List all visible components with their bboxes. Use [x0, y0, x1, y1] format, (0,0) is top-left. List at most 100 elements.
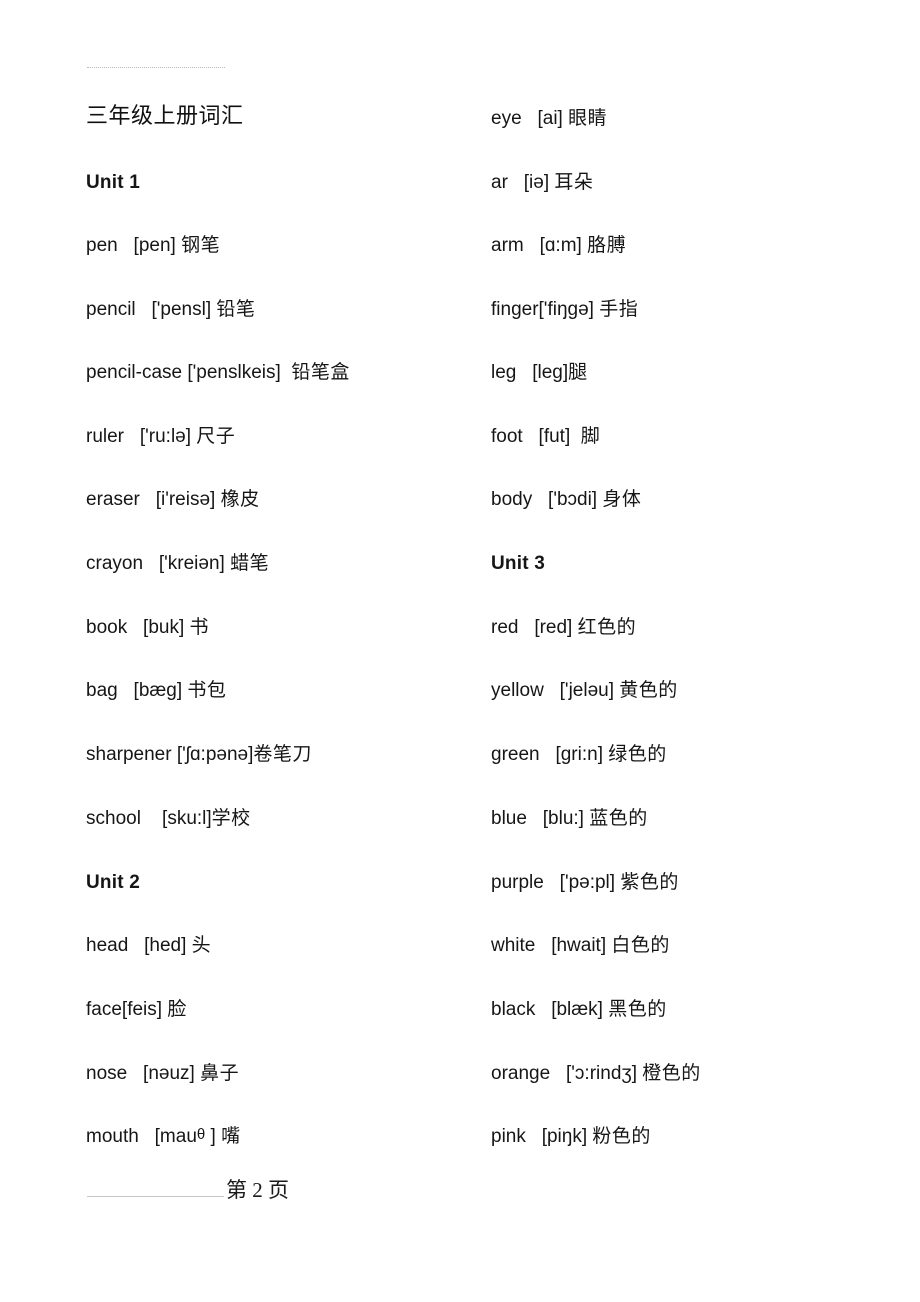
entry-phonetic-end: ]	[205, 1126, 216, 1147]
entry-translation: 绿色的	[608, 744, 667, 765]
entry-phonetic-theta: θ	[196, 1126, 206, 1143]
entry-phonetic: ['penslkeis]	[187, 362, 281, 383]
vocabulary-entry: pencil-case ['penslkeis] 铅笔盒	[86, 360, 350, 386]
entry-phonetic: [blæk]	[551, 999, 603, 1020]
entry-phonetic: ['pə:pl]	[559, 872, 616, 893]
entry-word: eye	[491, 108, 522, 129]
vocabulary-entry: green [gri:n] 绿色的	[491, 742, 667, 768]
entry-phonetic: [fut]	[538, 426, 571, 447]
vocabulary-entry: mouth [mauθ ] 嘴	[86, 1124, 241, 1151]
entry-translation: 蓝色的	[589, 808, 648, 829]
entry-word: head	[86, 935, 129, 956]
entry-word: ruler	[86, 426, 125, 447]
entry-translation: 书包	[187, 680, 227, 701]
vocabulary-entry: sharpener ['ʃɑ:pənə]卷笔刀	[86, 742, 312, 768]
vocabulary-entry: arm [ɑ:m] 胳膊	[491, 233, 626, 259]
entry-translation: 手指	[599, 299, 639, 320]
vocabulary-entry: school [sku:l]学校	[86, 806, 251, 832]
entry-phonetic: [pen]	[133, 235, 176, 256]
entry-word: orange	[491, 1063, 551, 1084]
entry-word: white	[491, 935, 536, 956]
entry-phonetic: ['bɔdi]	[548, 489, 598, 510]
entry-word: arm	[491, 235, 524, 256]
entry-translation: 钢笔	[181, 235, 221, 256]
entry-phonetic: [mau	[154, 1126, 197, 1147]
entry-word: ar	[491, 172, 508, 193]
document-page: 三年级上册词汇 Unit 1 pen [pen] 钢笔 pencil ['pensl…	[0, 0, 920, 1302]
entry-word: face	[86, 999, 122, 1020]
vocabulary-entry: ar [iə] 耳朵	[491, 170, 593, 196]
entry-phonetic: [nəuz]	[143, 1063, 195, 1084]
vocabulary-entry: blue [blu:] 蓝色的	[491, 806, 648, 832]
vocabulary-entry: eye [ai] 眼睛	[491, 106, 607, 132]
entry-translation: 白色的	[611, 935, 670, 956]
entry-translation: 书	[189, 617, 210, 638]
entry-phonetic: ['pensl]	[151, 299, 212, 320]
vocabulary-entry: yellow ['jeləu] 黄色的	[491, 678, 678, 704]
vocabulary-entry: book [buk] 书	[86, 615, 209, 641]
vocabulary-entry: purple ['pə:pl] 紫色的	[491, 870, 679, 896]
entry-translation: 紫色的	[620, 872, 679, 893]
entry-word: green	[491, 744, 540, 765]
entry-word: yellow	[491, 680, 544, 701]
entry-word: mouth	[86, 1126, 139, 1147]
entry-phonetic: [buk]	[143, 617, 185, 638]
entry-translation: 尺子	[196, 426, 236, 447]
entry-phonetic: ['ru:lə]	[139, 426, 192, 447]
entry-word: book	[86, 617, 128, 638]
page-title: 三年级上册词汇	[86, 103, 244, 128]
entry-word: purple	[491, 872, 544, 893]
entry-word: leg	[491, 362, 517, 383]
vocabulary-entry: foot [fut] 脚	[491, 424, 600, 450]
vocabulary-entry: pink [piŋk] 粉色的	[491, 1124, 651, 1150]
vocabulary-entry: pencil ['pensl] 铅笔	[86, 297, 255, 323]
entry-phonetic: [hwait]	[551, 935, 607, 956]
entry-word: eraser	[86, 489, 140, 510]
unit-heading: Unit 1	[86, 172, 140, 193]
unit-heading: Unit 2	[86, 872, 140, 893]
entry-phonetic: ['kreiən]	[158, 553, 225, 574]
entry-phonetic: [ɑ:m]	[539, 235, 582, 256]
entry-word: pink	[491, 1126, 526, 1147]
entry-word: finger	[491, 299, 539, 320]
entry-word: sharpener	[86, 744, 172, 765]
entry-word: crayon	[86, 553, 144, 574]
entry-phonetic: ['ɔ:rindʒ]	[566, 1063, 638, 1084]
entry-phonetic: [leg]	[532, 362, 569, 383]
vocabulary-entry: white [hwait] 白色的	[491, 933, 670, 959]
vocabulary-entry: leg [leg]腿	[491, 360, 588, 386]
entry-phonetic: [bæg]	[133, 680, 183, 701]
entry-translation: 腿	[568, 362, 588, 383]
vocabulary-entry: crayon ['kreiən] 蜡笔	[86, 551, 269, 577]
entry-phonetic: ['ʃɑ:pənə]	[176, 744, 254, 765]
vocabulary-entry: pen [pen] 钢笔	[86, 233, 220, 259]
entry-translation: 黄色的	[619, 680, 678, 701]
entry-translation: 脚	[580, 426, 601, 447]
entry-word: school	[86, 808, 141, 829]
vocabulary-entry: face[feis] 脸	[86, 997, 187, 1023]
entry-word: body	[491, 489, 533, 510]
entry-phonetic: [hed]	[144, 935, 187, 956]
vocabulary-entry: body ['bɔdi] 身体	[491, 487, 641, 513]
vocabulary-entry: finger['fiŋgə] 手指	[491, 297, 638, 323]
vocabulary-entry: bag [bæg] 书包	[86, 678, 226, 704]
page-number: 第 2 页	[226, 1178, 289, 1202]
entry-translation: 身体	[602, 489, 642, 510]
entry-translation: 铅笔	[216, 299, 256, 320]
entry-phonetic: [piŋk]	[541, 1126, 588, 1147]
entry-translation: 黑色的	[608, 999, 667, 1020]
entry-phonetic: [sku:l]	[162, 808, 212, 829]
entry-word: pencil	[86, 299, 136, 320]
entry-translation: 头	[191, 935, 212, 956]
vocabulary-entry: nose [nəuz] 鼻子	[86, 1061, 239, 1087]
vocabulary-entry: ruler ['ru:lə] 尺子	[86, 424, 235, 450]
entry-translation: 橡皮	[220, 489, 260, 510]
entry-translation: 眼睛	[568, 108, 608, 129]
entry-word: pen	[86, 235, 118, 256]
entry-phonetic: [feis]	[121, 999, 163, 1020]
entry-word: red	[491, 617, 519, 638]
entry-word: bag	[86, 680, 118, 701]
entry-phonetic: [ai]	[537, 108, 563, 129]
entry-translation: 粉色的	[592, 1126, 651, 1147]
entry-phonetic: [red]	[534, 617, 573, 638]
